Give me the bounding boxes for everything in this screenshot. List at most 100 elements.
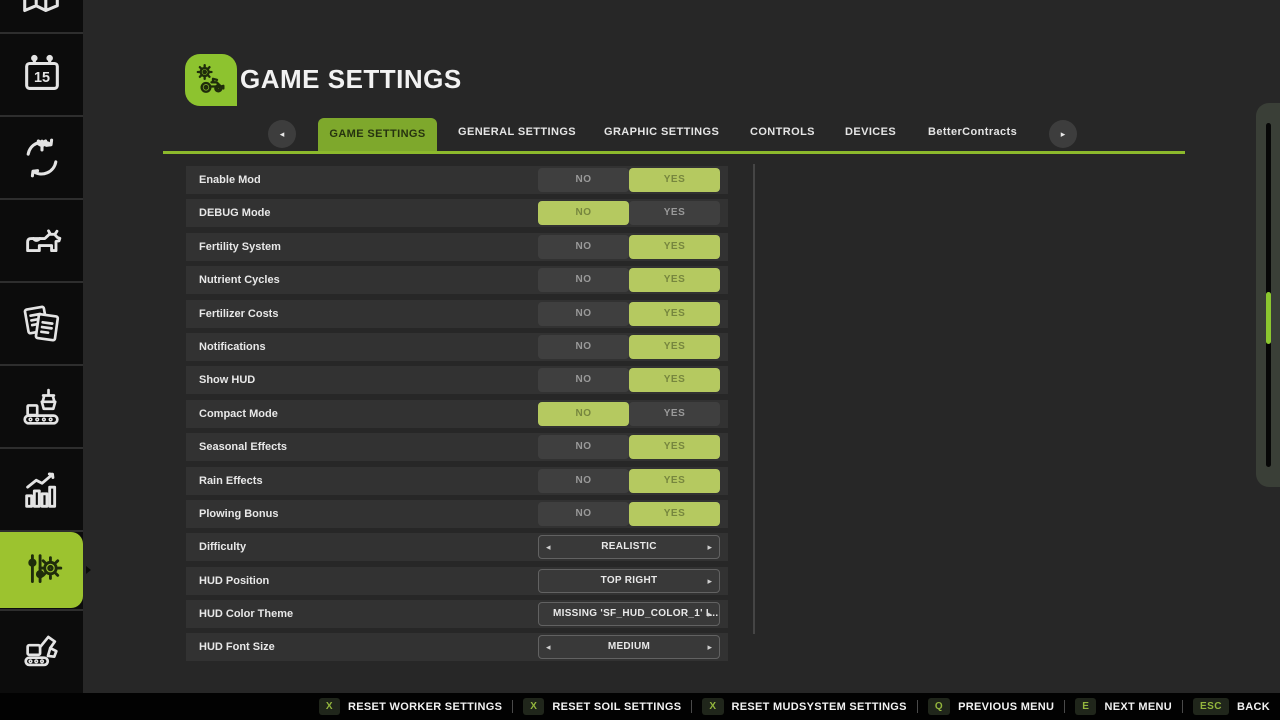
toggle-option-yes[interactable]: YES bbox=[629, 469, 720, 493]
shortcut-reset-worker-settings[interactable]: XRESET WORKER SETTINGS bbox=[319, 698, 502, 715]
sidebar-item-statistics[interactable] bbox=[0, 449, 83, 530]
tabs-scroll-right-button[interactable]: ▸ bbox=[1049, 120, 1077, 148]
selector-next-icon[interactable]: ▸ bbox=[707, 536, 712, 558]
sidebar-item-calendar[interactable]: 15 bbox=[0, 34, 83, 115]
shortcut-separator bbox=[1064, 700, 1065, 713]
setting-label: Fertilizer Costs bbox=[199, 300, 278, 328]
setting-row-hud-position: HUD Position TOP RIGHT▸ bbox=[186, 567, 728, 595]
shortcut-back[interactable]: ESCBACK bbox=[1193, 698, 1270, 715]
toggle-control: NOYES bbox=[538, 168, 720, 192]
key-badge: ESC bbox=[1193, 698, 1229, 715]
tabs-scroll-left-button[interactable]: ◂ bbox=[268, 120, 296, 148]
toggle-option-yes[interactable]: YES bbox=[629, 402, 720, 426]
tab-underline bbox=[163, 151, 1185, 154]
calendar-icon: 15 bbox=[19, 52, 65, 98]
toggle-option-yes[interactable]: YES bbox=[629, 268, 720, 292]
setting-label: Show HUD bbox=[199, 366, 255, 394]
shortcut-reset-soil-settings[interactable]: X RESET SOIL SETTINGS bbox=[523, 698, 681, 715]
sidebar-item-animals[interactable] bbox=[0, 200, 83, 281]
key-badge: Q bbox=[928, 698, 950, 715]
selector-control[interactable]: TOP RIGHT▸ bbox=[538, 569, 720, 593]
toggle-option-no[interactable]: NO bbox=[538, 268, 629, 292]
toggle-option-no[interactable]: NO bbox=[538, 201, 629, 225]
sidebar-item-contracts[interactable] bbox=[0, 283, 83, 364]
toggle-option-yes[interactable]: YES bbox=[629, 235, 720, 259]
shortcut-next-menu[interactable]: ENEXT MENU bbox=[1075, 698, 1172, 715]
shortcut-reset-mudsystem-settings[interactable]: XRESET MUDSYSTEM SETTINGS bbox=[702, 698, 906, 715]
setting-label: Enable Mod bbox=[199, 166, 261, 194]
setting-row-difficulty: Difficulty ◂REALISTIC▸ bbox=[186, 533, 728, 561]
toggle-option-no[interactable]: NO bbox=[538, 368, 629, 392]
selector-prev-icon[interactable]: ◂ bbox=[546, 536, 551, 558]
setting-label: HUD Color Theme bbox=[199, 600, 293, 628]
setting-label: Rain Effects bbox=[199, 467, 263, 495]
sidebar: 15 bbox=[0, 0, 83, 693]
shortcut-separator bbox=[512, 700, 513, 713]
toggle-option-no[interactable]: NO bbox=[538, 335, 629, 359]
toggle-option-no[interactable]: NO bbox=[538, 302, 629, 326]
toggle-control: NOYES bbox=[538, 435, 720, 459]
statistics-icon bbox=[19, 467, 65, 513]
sidebar-item-construction[interactable] bbox=[0, 611, 83, 688]
key-badge: X bbox=[523, 698, 544, 715]
shortcut-label: RESET SOIL SETTINGS bbox=[552, 701, 681, 713]
settings-sliders-gear-icon bbox=[19, 547, 65, 593]
selector-value: TOP RIGHT bbox=[539, 570, 719, 592]
selector-next-icon[interactable]: ▸ bbox=[707, 570, 712, 592]
settings-list: Enable ModNOYESDEBUG ModeNOYESFertility … bbox=[186, 166, 728, 667]
toggle-option-yes[interactable]: YES bbox=[629, 302, 720, 326]
toggle-option-no[interactable]: NO bbox=[538, 235, 629, 259]
toggle-control: NOYES bbox=[538, 335, 720, 359]
toggle-option-no[interactable]: NO bbox=[538, 402, 629, 426]
tab-controls[interactable]: CONTROLS bbox=[750, 126, 815, 138]
selector-control[interactable]: ◂REALISTIC▸ bbox=[538, 535, 720, 559]
selector-control[interactable]: MISSING 'SF_HUD_COLOR_1' L..▸ bbox=[538, 602, 720, 626]
shortcut-separator bbox=[917, 700, 918, 713]
toggle-option-no[interactable]: NO bbox=[538, 435, 629, 459]
tab-bettercontracts[interactable]: BetterContracts bbox=[928, 126, 1017, 138]
sidebar-item-production[interactable] bbox=[0, 366, 83, 447]
setting-label: Nutrient Cycles bbox=[199, 266, 280, 294]
selector-control[interactable]: ◂MEDIUM▸ bbox=[538, 635, 720, 659]
setting-label: HUD Position bbox=[199, 567, 269, 595]
shortcut-previous-menu[interactable]: QPREVIOUS MENU bbox=[928, 698, 1054, 715]
toggle-option-yes[interactable]: YES bbox=[629, 168, 720, 192]
toggle-option-no[interactable]: NO bbox=[538, 502, 629, 526]
toggle-option-yes[interactable]: YES bbox=[629, 435, 720, 459]
content-divider bbox=[753, 164, 755, 634]
scrollbar-thumb[interactable] bbox=[1266, 292, 1271, 344]
setting-label: HUD Font Size bbox=[199, 633, 275, 661]
toggle-control: NOYES bbox=[538, 201, 720, 225]
excavator-icon bbox=[19, 627, 65, 673]
tab-general-settings[interactable]: GENERAL SETTINGS bbox=[458, 126, 576, 138]
toggle-option-no[interactable]: NO bbox=[538, 168, 629, 192]
shortcut-label: NEXT MENU bbox=[1104, 701, 1171, 713]
shortcut-label: RESET MUDSYSTEM SETTINGS bbox=[732, 701, 907, 713]
toggle-option-no[interactable]: NO bbox=[538, 469, 629, 493]
map-icon bbox=[18, 0, 64, 22]
toggle-control: NOYES bbox=[538, 368, 720, 392]
toggle-option-yes[interactable]: YES bbox=[629, 201, 720, 225]
key-badge: X bbox=[319, 698, 340, 715]
setting-label: Notifications bbox=[199, 333, 266, 361]
chevron-left-icon: ◂ bbox=[280, 129, 285, 140]
game-settings-app-icon bbox=[185, 54, 237, 106]
selector-next-icon[interactable]: ▸ bbox=[707, 603, 712, 625]
setting-label: Seasonal Effects bbox=[199, 433, 287, 461]
tab-graphic-settings[interactable]: GRAPHIC SETTINGS bbox=[604, 126, 719, 138]
selector-next-icon[interactable]: ▸ bbox=[707, 636, 712, 658]
active-item-pointer-icon bbox=[86, 566, 91, 574]
toggle-control: NOYES bbox=[538, 235, 720, 259]
toggle-option-yes[interactable]: YES bbox=[629, 368, 720, 392]
sidebar-item-settings[interactable] bbox=[0, 532, 83, 608]
chevron-right-icon: ▸ bbox=[1061, 129, 1066, 140]
setting-row-nutrient-cycles: Nutrient Cycles NOYES bbox=[186, 266, 728, 294]
setting-label: Difficulty bbox=[199, 533, 246, 561]
sidebar-item-crop-rotation[interactable] bbox=[0, 117, 83, 198]
tab-devices[interactable]: DEVICES bbox=[845, 126, 896, 138]
tab-game-settings[interactable]: GAME SETTINGS bbox=[318, 118, 437, 151]
toggle-option-yes[interactable]: YES bbox=[629, 335, 720, 359]
toggle-option-yes[interactable]: YES bbox=[629, 502, 720, 526]
selector-prev-icon[interactable]: ◂ bbox=[546, 636, 551, 658]
sidebar-item-map[interactable] bbox=[0, 0, 83, 32]
